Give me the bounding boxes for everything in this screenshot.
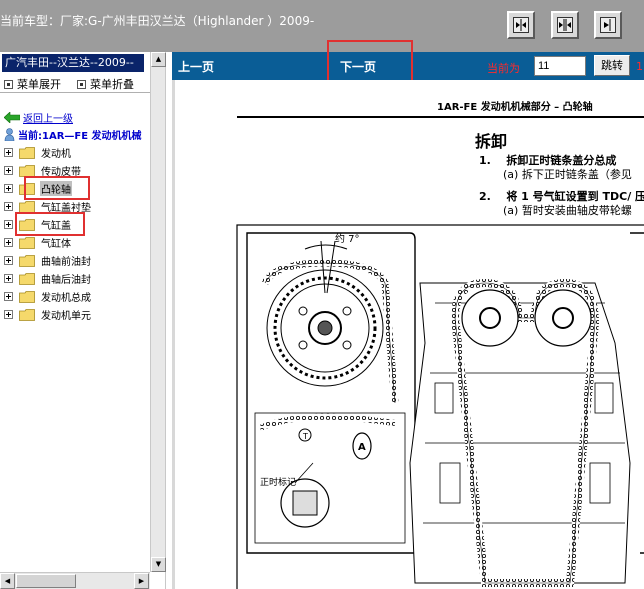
tree-item[interactable]: 发动机 — [0, 144, 72, 161]
header-rule — [237, 116, 644, 118]
last-page-button[interactable] — [594, 11, 622, 39]
tree-item[interactable]: 曲轴前油封 — [0, 252, 92, 269]
divider — [0, 92, 150, 93]
folder-icon — [19, 200, 35, 213]
scroll-thumb[interactable] — [16, 574, 76, 588]
expand-menu-label: 菜单展开 — [17, 78, 61, 91]
expand-icon[interactable] — [4, 220, 13, 229]
jump-button[interactable]: 跳转 — [594, 55, 630, 76]
folder-icon — [19, 290, 35, 303]
top-bar: 当前车型：厂家:G-广州丰田汉兰达（Highlander ）2009- — [0, 0, 644, 52]
highlight-box-camshaft — [24, 176, 90, 200]
angle-label: 约 7° — [335, 232, 360, 245]
first-page-button[interactable] — [507, 11, 535, 39]
back-link-label: 返回上一级 — [23, 114, 73, 125]
model-header: 广汽丰田--汉兰达--2009-- — [2, 54, 144, 72]
expand-icon[interactable] — [4, 184, 13, 193]
current-page-label: 当前为 — [487, 62, 520, 75]
collapse-menu-label: 菜单折叠 — [90, 78, 134, 91]
tree-item-label: 气缸体 — [41, 239, 71, 250]
expand-icon[interactable] — [4, 166, 13, 175]
doc-heading: 拆卸 — [475, 132, 508, 151]
folder-icon — [19, 164, 35, 177]
timing-mark-label: 正时标记 — [260, 476, 296, 488]
last-page-icon — [600, 17, 616, 33]
expand-icon[interactable] — [4, 274, 13, 283]
tree-item-label: 曲轴后油封 — [41, 275, 91, 286]
scroll-left-icon[interactable]: ◀ — [0, 573, 15, 589]
back-arrow-icon — [4, 112, 20, 123]
tree-item[interactable]: 气缸体 — [0, 234, 72, 251]
first-page-icon — [513, 17, 529, 33]
prev-page-link[interactable]: 上一页 — [178, 58, 214, 75]
split-view-icon — [557, 17, 573, 33]
current-location: 当前:1AR—FE 发动机机械 — [4, 127, 150, 142]
current-location-label: 当前:1AR—FE 发动机机械 — [18, 131, 142, 142]
tree-item-label: 发动机总成 — [41, 293, 91, 304]
highlight-box-cylinder-head — [15, 212, 85, 236]
split-view-button[interactable] — [551, 11, 579, 39]
highlight-box-next-page — [327, 40, 413, 82]
expand-icon[interactable] — [4, 310, 13, 319]
folder-icon — [19, 272, 35, 285]
callout-a: A — [358, 442, 366, 453]
tree-item[interactable]: 发动机单元 — [0, 306, 92, 323]
expand-icon[interactable] — [4, 238, 13, 247]
folder-icon — [19, 308, 35, 321]
page-total: 1 — [636, 60, 643, 73]
tree-item[interactable]: 曲轴后油封 — [0, 270, 92, 287]
back-link[interactable]: 返回上一级 — [4, 110, 73, 125]
left-panel: 广汽丰田--汉兰达--2009-- 菜单展开 菜单折叠 返回上一级 当前:1AR… — [0, 52, 166, 589]
expand-icon[interactable] — [4, 292, 13, 301]
expand-icon[interactable] — [4, 256, 13, 265]
left-vertical-scrollbar[interactable]: ▲ ▼ — [150, 52, 166, 572]
expand-menu-option[interactable]: 菜单展开 — [4, 76, 61, 92]
step-number: 1. — [479, 154, 491, 167]
step-1-sub: (a) 拆下正时链条盖（参见 — [503, 168, 632, 181]
section-header: 1AR-FE 发动机机械部分 – 凸轮轴 — [437, 102, 593, 113]
left-horizontal-scrollbar[interactable]: ◀ ▶ — [0, 572, 150, 589]
timing-chain-diagram: 约 7° T A 正时标记 — [236, 224, 644, 589]
scroll-up-icon[interactable]: ▲ — [151, 52, 166, 67]
expand-icon[interactable] — [4, 202, 13, 211]
folder-icon — [19, 254, 35, 267]
expand-icon[interactable] — [4, 148, 13, 157]
folder-icon — [19, 146, 35, 159]
step-2-sub: (a) 暂时安装曲轴皮带轮螺 — [503, 204, 632, 217]
tree-item-label: 发动机单元 — [41, 311, 91, 322]
collapse-menu-icon — [77, 79, 86, 89]
car-model-title: 当前车型：厂家:G-广州丰田汉兰达（Highlander ）2009- — [0, 14, 315, 28]
page-number-input[interactable] — [534, 56, 586, 76]
tree-item-label: 发动机 — [41, 149, 71, 160]
expand-menu-icon — [4, 79, 13, 89]
tree-item[interactable]: 发动机总成 — [0, 288, 92, 305]
user-icon — [4, 128, 15, 141]
tree-item-label: 曲轴前油封 — [41, 257, 91, 268]
scroll-down-icon[interactable]: ▼ — [151, 557, 166, 572]
folder-icon — [19, 236, 35, 249]
step-number: 2. — [479, 190, 491, 203]
document-viewer[interactable]: 1AR-FE 发动机机械部分 – 凸轮轴 拆卸 1. 拆卸正时链条盖分总成 (a… — [172, 80, 644, 589]
svg-text:T: T — [302, 432, 308, 441]
scroll-right-icon[interactable]: ▶ — [134, 573, 149, 589]
collapse-menu-option[interactable]: 菜单折叠 — [77, 76, 134, 92]
